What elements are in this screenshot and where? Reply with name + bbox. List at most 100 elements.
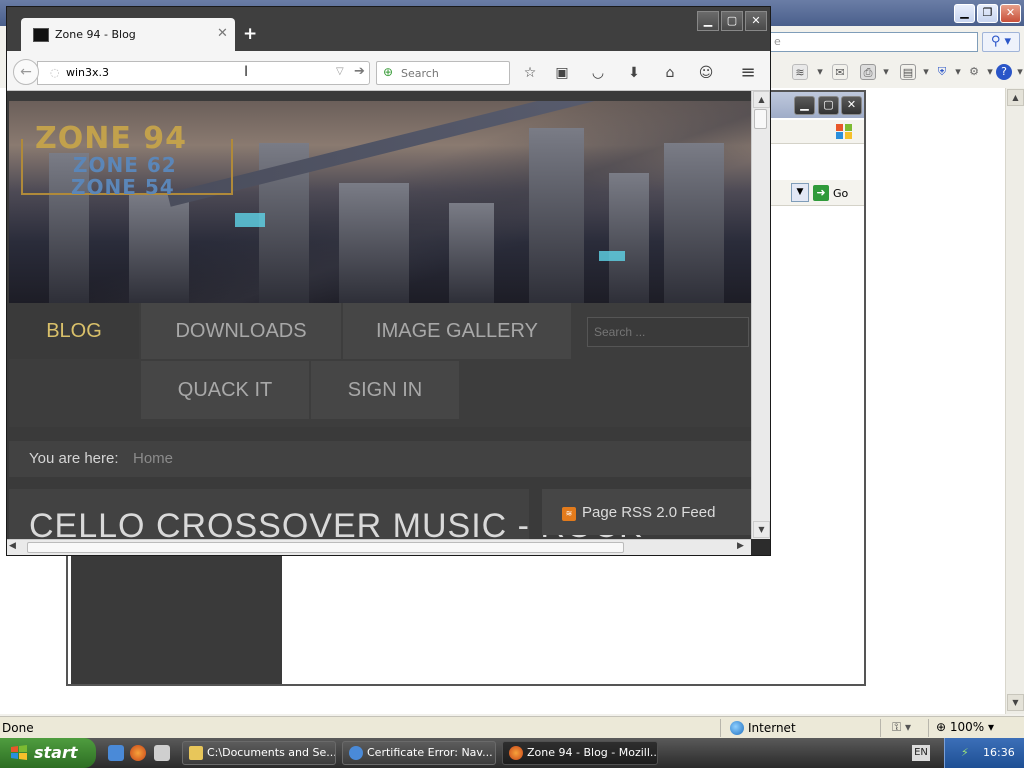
history-dropdown-icon[interactable]: ▽ (336, 66, 344, 77)
ie-command-bar: ≋ ▾ ✉ ⎙ ▾ ▤ ▾ ⛨ ▾ ⚙ ▾ ? ▾ (770, 58, 1024, 86)
arrow-right-icon: ➜ (813, 185, 829, 201)
dialog-close-button[interactable]: ✕ (841, 96, 862, 115)
chat-icon[interactable]: ☺ (696, 63, 716, 83)
bookmark-star-icon[interactable]: ☆ (520, 63, 540, 83)
banner-building (529, 128, 584, 303)
firefox-close-button[interactable]: ✕ (745, 11, 767, 31)
reading-list-icon[interactable]: ▣ (552, 63, 572, 83)
banner-rail-track (167, 101, 676, 207)
language-indicator[interactable]: EN (912, 745, 930, 761)
close-tab-icon[interactable]: ✕ (217, 26, 228, 41)
system-tray: ⚡ 16:36 (944, 738, 1024, 768)
breadcrumb-home-link[interactable]: Home (133, 441, 173, 477)
nav-downloads[interactable]: DOWNLOADS (141, 303, 341, 359)
breadcrumb: You are here: Home (9, 441, 751, 477)
dialog-maximize-button[interactable]: ▢ (818, 96, 839, 115)
ie-restore-button[interactable]: ❐ (977, 4, 998, 23)
globe-icon: ◌ (50, 66, 60, 79)
blog-search-input[interactable] (588, 318, 748, 346)
text-cursor-icon: I (244, 64, 249, 80)
chevron-down-icon[interactable]: ▾ (918, 64, 934, 80)
status-divider (928, 719, 929, 737)
ie-search-button[interactable]: ⚲ ▾ (982, 32, 1020, 52)
go-arrow-icon[interactable]: ➔ (354, 64, 365, 79)
go-button[interactable]: ➜ Go (813, 183, 861, 202)
scroll-left-icon[interactable]: ◀ (9, 541, 16, 551)
ie-status-bar: Done Internet ⚿ ▾ ⊕ 100% ▾ (0, 716, 1024, 738)
ie-quicklaunch-icon[interactable] (108, 745, 124, 761)
ie-close-button[interactable]: ✕ (1000, 4, 1021, 23)
scroll-right-icon[interactable]: ▶ (737, 541, 744, 551)
protected-mode-icon[interactable]: ⚿ ▾ (892, 720, 911, 735)
help-icon[interactable]: ? (996, 64, 1012, 80)
ie-address-input[interactable]: e (770, 32, 978, 52)
taskbar-task-ie[interactable]: Certificate Error: Nav... (342, 741, 496, 765)
tools-icon[interactable]: ⚙ (966, 64, 982, 80)
status-divider (880, 719, 881, 737)
main-navigation: BLOG DOWNLOADS IMAGE GALLERY QUACK IT SI… (9, 303, 751, 427)
taskbar-task-explorer[interactable]: C:\Documents and Se... (182, 741, 336, 765)
ie-vertical-scrollbar[interactable]: ▲ ▼ (1005, 88, 1024, 714)
clock[interactable]: 16:36 (983, 746, 1015, 759)
chevron-down-icon[interactable]: ▾ (812, 64, 828, 80)
rss-feed-link[interactable]: ≋ Page RSS 2.0 Feed (542, 489, 751, 535)
back-button[interactable]: ← (13, 59, 39, 85)
show-desktop-icon[interactable] (154, 745, 170, 761)
chevron-down-icon[interactable]: ▾ (878, 64, 894, 80)
rss-feed-icon[interactable]: ≋ (792, 64, 808, 80)
pocket-icon[interactable]: ◡ (588, 63, 608, 83)
url-bar[interactable]: ◌ win3x.3 I ▽ ➔ (37, 61, 370, 85)
print-icon[interactable]: ⎙ (860, 64, 876, 80)
site-logo[interactable]: ZONE 94 ZONE 62 ZONE 54 (21, 121, 233, 203)
firefox-maximize-button[interactable]: ▢ (721, 11, 743, 31)
dialog-sidebar-panel (71, 556, 282, 684)
arrow-left-icon: ← (20, 64, 32, 80)
scroll-up-icon[interactable]: ▲ (1007, 89, 1024, 106)
scroll-down-icon[interactable]: ▼ (753, 521, 770, 538)
ie-minimize-button[interactable]: ▁ (954, 4, 975, 23)
menu-icon[interactable]: ≡ (738, 63, 758, 83)
chevron-down-icon[interactable]: ▾ (1012, 64, 1024, 80)
tab-title: Zone 94 - Blog (55, 28, 136, 41)
logo-subtitle: ZONE 62 (73, 153, 177, 177)
nav-quack-it[interactable]: QUACK IT (141, 361, 309, 419)
ie-icon (349, 746, 363, 760)
blog-search-box[interactable] (587, 317, 749, 347)
site-banner: ZONE 94 ZONE 62 ZONE 54 (9, 101, 751, 303)
taskbar-task-firefox[interactable]: Zone 94 - Blog - Mozill... (502, 741, 658, 765)
start-button[interactable]: start (0, 738, 96, 768)
go-label: Go (833, 186, 849, 200)
firefox-quicklaunch-icon[interactable] (130, 745, 146, 761)
task-label: C:\Documents and Se... (207, 746, 336, 759)
nav-sign-in[interactable]: SIGN IN (311, 361, 459, 419)
search-bar[interactable]: ⊕ (376, 61, 510, 85)
nav-blog[interactable]: BLOG (9, 303, 139, 359)
firefox-vertical-scrollbar[interactable]: ▲ ▼ (751, 91, 770, 539)
security-zone[interactable]: Internet (730, 720, 796, 736)
network-icon[interactable]: ⚡ (961, 746, 975, 760)
site-favicon-icon (33, 28, 49, 42)
chevron-down-icon[interactable]: ▾ (950, 64, 966, 80)
scroll-up-icon[interactable]: ▲ (753, 91, 770, 108)
search-input[interactable] (401, 67, 501, 80)
firefox-minimize-button[interactable]: ▁ (697, 11, 719, 31)
home-icon[interactable]: ⌂ (660, 63, 680, 83)
safety-icon[interactable]: ⛨ (934, 64, 950, 80)
page-icon[interactable]: ▤ (900, 64, 916, 80)
scroll-thumb[interactable] (754, 109, 767, 129)
scroll-down-icon[interactable]: ▼ (1007, 694, 1024, 711)
search-icon: ⚲ (990, 34, 1001, 49)
download-icon[interactable]: ⬇ (624, 63, 644, 83)
dialog-minimize-button[interactable]: ▁ (794, 96, 815, 115)
nav-image-gallery[interactable]: IMAGE GALLERY (343, 303, 571, 359)
tab-zone94-blog[interactable]: Zone 94 - Blog ✕ (21, 18, 235, 52)
windows-logo-icon (11, 745, 27, 760)
url-text[interactable]: win3x.3 (66, 66, 109, 79)
firefox-horizontal-scrollbar[interactable]: ◀ ▶ (7, 539, 751, 555)
new-tab-icon[interactable]: + (243, 24, 257, 44)
blog-page: ZONE 94 ZONE 62 ZONE 54 BLOG DOWNLOADS I… (7, 91, 751, 539)
address-dropdown-button[interactable]: ▼ (791, 183, 809, 202)
zoom-level[interactable]: ⊕ 100% ▾ (936, 720, 994, 734)
read-mail-icon[interactable]: ✉ (832, 64, 848, 80)
scroll-thumb[interactable] (27, 542, 624, 553)
